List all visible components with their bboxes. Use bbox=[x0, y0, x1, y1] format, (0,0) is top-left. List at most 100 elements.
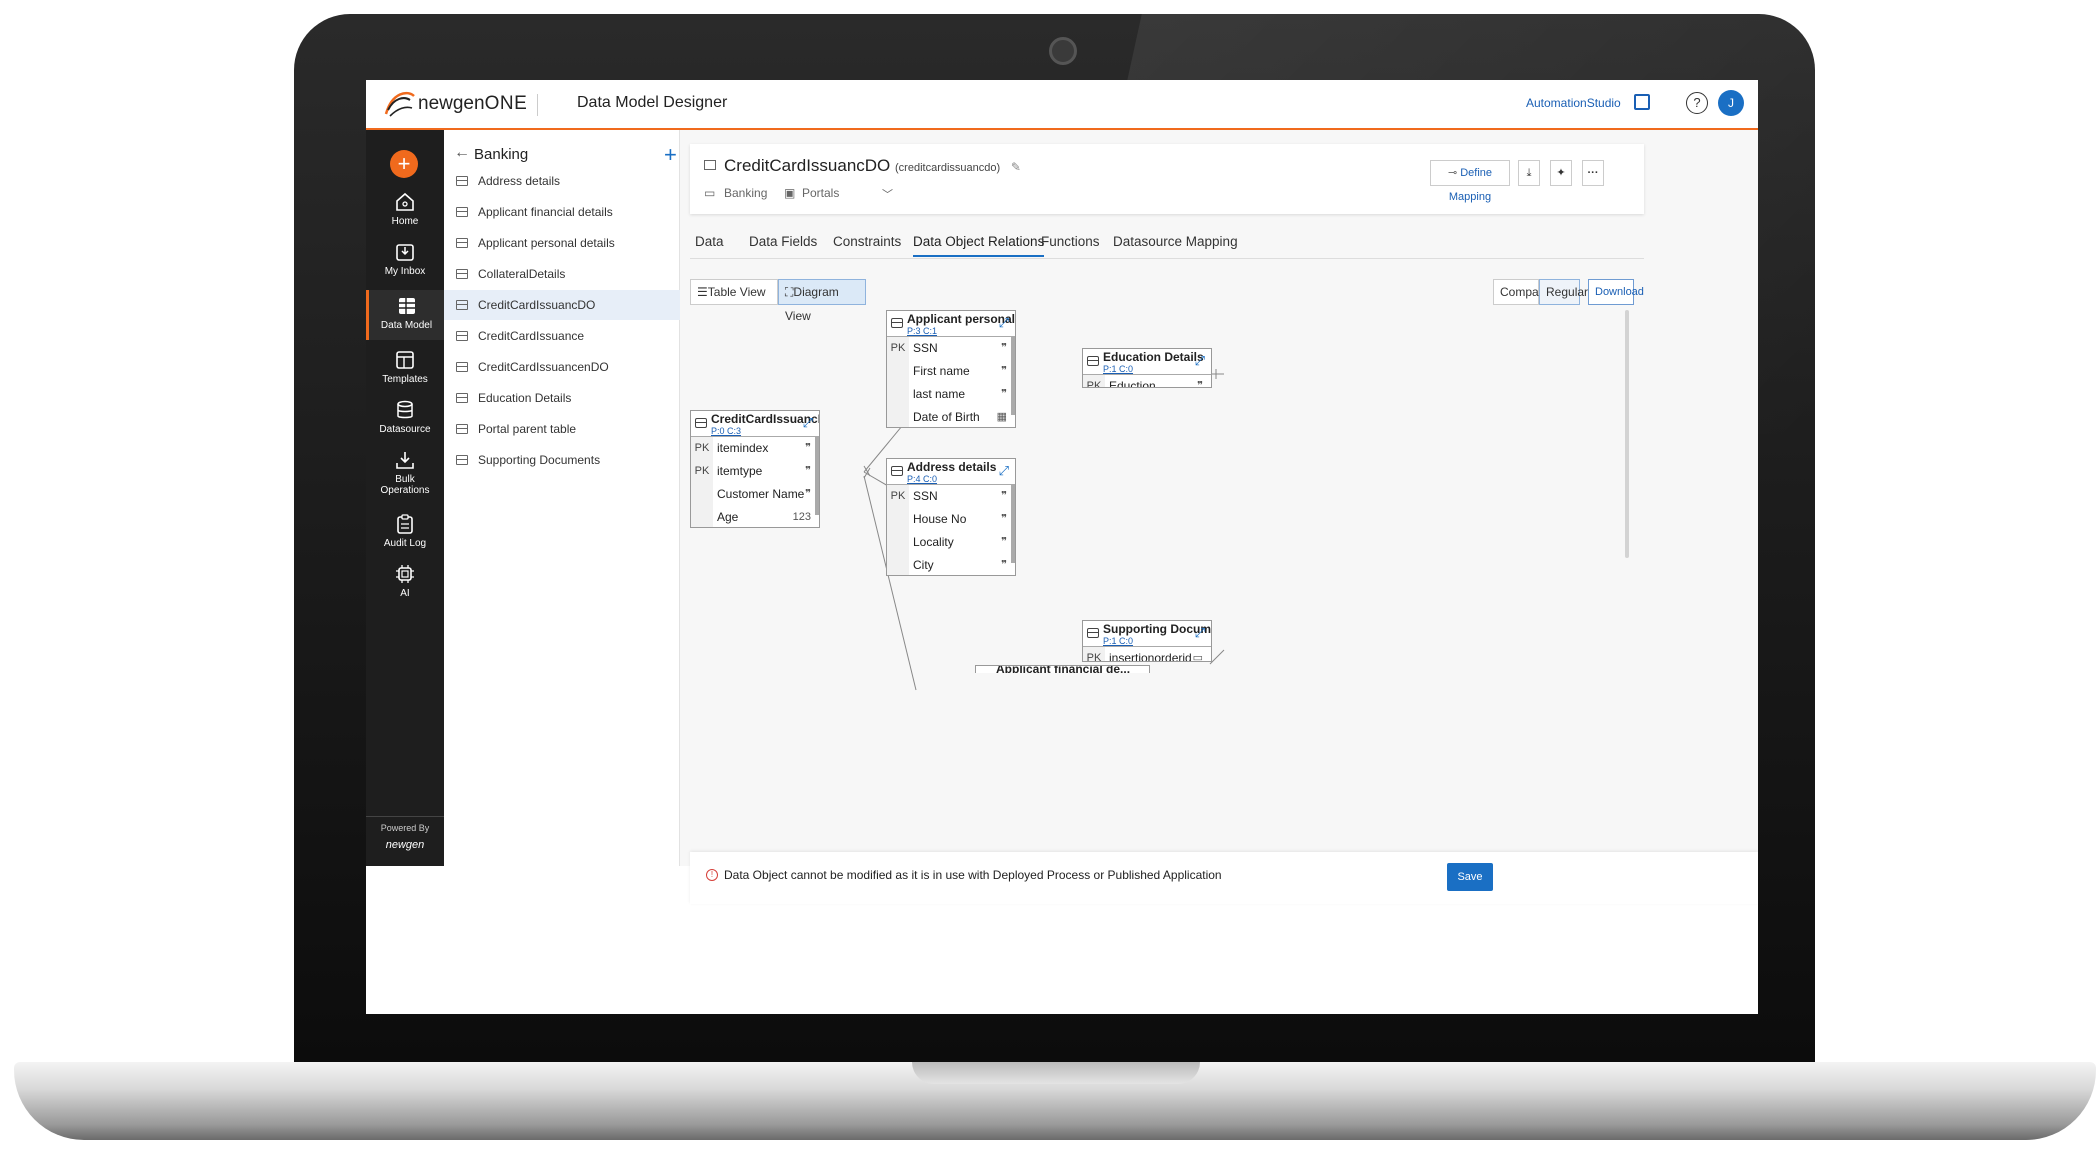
left-nav: + Home My Inbox Data Model Templates Dat… bbox=[366, 130, 444, 866]
expand-icon[interactable]: ⤢ bbox=[1195, 625, 1205, 641]
entity-field-row[interactable]: Date of Birth ▦ bbox=[887, 406, 1015, 427]
powered-by: Powered By newgen bbox=[366, 816, 444, 866]
entity-education[interactable]: Education Details P:1 C:0 ⤢ PK Eduction ❞ bbox=[1082, 348, 1212, 388]
list-item-label: CreditCardIssuancDO bbox=[478, 298, 596, 312]
field-type-icon: ❞ bbox=[1001, 365, 1007, 377]
expand-icon[interactable]: ⤢ bbox=[999, 315, 1009, 331]
nav-inbox[interactable]: My Inbox bbox=[366, 240, 444, 286]
field-type-icon: ❞ bbox=[1001, 388, 1007, 400]
field-type-icon: ❞ bbox=[1001, 536, 1007, 548]
field-type-icon: ❞ bbox=[1197, 380, 1203, 388]
entity-scrollbar[interactable] bbox=[1011, 485, 1015, 563]
nav-data-model-label: Data Model bbox=[380, 320, 433, 331]
warning-message: Data Object cannot be modified as it is … bbox=[724, 868, 1222, 882]
entity-header: Supporting DocumentsP:1 C:0⤢ bbox=[1083, 621, 1211, 647]
external-link-icon[interactable] bbox=[1634, 94, 1650, 110]
table-icon bbox=[456, 300, 468, 310]
object-list-panel: ← Banking + Address details Applicant fin… bbox=[444, 130, 680, 866]
list-item[interactable]: CreditCardIssuance bbox=[444, 321, 680, 351]
entity-field-row[interactable]: last name ❞ bbox=[887, 383, 1015, 406]
table-icon bbox=[891, 466, 903, 476]
field-name: Customer Name bbox=[717, 487, 805, 501]
entity-field-row[interactable]: First name ❞ bbox=[887, 360, 1015, 383]
entity-address[interactable]: Address details P:4 C:0 ⤢ PK SSN ❞ House No ❞ Lo… bbox=[886, 458, 1016, 576]
nav-audit-log[interactable]: Audit Log bbox=[366, 512, 444, 556]
field-name: First name bbox=[913, 364, 970, 378]
create-button[interactable]: + bbox=[390, 150, 418, 178]
entity-field-row[interactable]: City ❞ bbox=[887, 554, 1015, 575]
top-bar: newgenONE Data Model Designer Automation… bbox=[366, 80, 1758, 130]
entity-field-row[interactable]: PK SSN ❞ bbox=[887, 485, 1015, 508]
list-item[interactable]: CollateralDetails bbox=[444, 259, 680, 289]
entity-meta[interactable]: P:3 C:1 bbox=[907, 326, 937, 336]
status-footer: ! Data Object cannot be modified as it i… bbox=[690, 852, 1758, 904]
primary-key-marker bbox=[887, 406, 909, 427]
list-item[interactable]: Supporting Documents bbox=[444, 445, 680, 475]
entity-field-row[interactable]: PK Eduction ❞ bbox=[1083, 375, 1211, 388]
entity-field-row[interactable]: PK itemindex ❞ bbox=[691, 437, 819, 460]
inbox-icon bbox=[396, 244, 414, 261]
nav-datasource[interactable]: Datasource bbox=[366, 398, 444, 442]
avatar[interactable]: J bbox=[1718, 90, 1744, 116]
entity-field-row[interactable]: PK SSN ❞ bbox=[887, 337, 1015, 360]
entity-title: Applicant financial de... bbox=[996, 665, 1131, 673]
brand-divider bbox=[537, 94, 538, 116]
expand-icon[interactable]: ⤢ bbox=[1195, 353, 1205, 369]
entity-header: Applicant personal d...P:3 C:1⤢ bbox=[887, 311, 1015, 337]
entity-meta[interactable]: P:1 C:0 bbox=[1103, 636, 1133, 646]
entity-field-row[interactable]: PK insertionorderid ▭ bbox=[1083, 647, 1211, 661]
add-object-button[interactable]: + bbox=[664, 142, 677, 168]
entity-meta[interactable]: P:1 C:0 bbox=[1103, 364, 1133, 374]
expand-icon[interactable]: ⤢ bbox=[999, 463, 1009, 479]
canvas-scrollbar[interactable] bbox=[1625, 310, 1629, 558]
nav-bulk-operations[interactable]: Bulk Operations bbox=[366, 448, 444, 504]
entity-scrollbar[interactable] bbox=[1011, 337, 1015, 415]
entity-meta[interactable]: P:0 C:3 bbox=[711, 426, 741, 436]
entity-field-row[interactable]: House No ❞ bbox=[887, 508, 1015, 531]
laptop-notch bbox=[912, 1062, 1200, 1084]
app-title: Data Model Designer bbox=[577, 94, 728, 111]
list-item-label: Applicant financial details bbox=[478, 205, 613, 219]
field-name: Date of Birth bbox=[913, 410, 980, 424]
list-item[interactable]: Education Details bbox=[444, 383, 680, 413]
primary-key-marker: PK bbox=[1083, 647, 1105, 661]
camera-icon bbox=[1049, 37, 1077, 65]
nav-templates[interactable]: Templates bbox=[366, 348, 444, 392]
list-item[interactable]: Address details bbox=[444, 166, 680, 196]
entity-field-row[interactable]: Customer Name ❞ bbox=[691, 483, 819, 506]
expand-icon[interactable]: ⤢ bbox=[803, 415, 813, 431]
field-name: SSN bbox=[913, 341, 938, 355]
entity-meta[interactable]: P:4 C:0 bbox=[907, 474, 937, 484]
field-type-icon: ❞ bbox=[805, 465, 811, 477]
list-item[interactable]: Applicant financial details bbox=[444, 197, 680, 227]
field-type-icon: ❞ bbox=[1001, 513, 1007, 525]
entity-supporting[interactable]: Supporting DocumentsP:1 C:0⤢PKinsertiono… bbox=[1082, 620, 1212, 662]
list-item[interactable]: Applicant personal details bbox=[444, 228, 680, 258]
list-item[interactable]: CreditCardIssuancenDO bbox=[444, 352, 680, 382]
entity-field-row[interactable]: Age 123 bbox=[691, 506, 819, 527]
field-type-icon: ❞ bbox=[805, 488, 811, 500]
entity-main[interactable]: CreditCardIssuancDOP:0 C:3⤢PKitemindex❞P… bbox=[690, 410, 820, 528]
primary-key-marker: PK bbox=[887, 337, 909, 360]
nav-home[interactable]: Home bbox=[366, 192, 444, 236]
help-icon[interactable]: ? bbox=[1686, 92, 1708, 114]
save-button[interactable]: Save bbox=[1447, 863, 1493, 891]
nav-data-model[interactable]: Data Model bbox=[366, 290, 444, 340]
list-item-label: CreditCardIssuancenDO bbox=[478, 360, 609, 374]
table-icon bbox=[456, 207, 468, 217]
entity-scrollbar[interactable] bbox=[815, 437, 819, 515]
nav-ai[interactable]: AI bbox=[366, 562, 444, 606]
list-item[interactable]: Portal parent table bbox=[444, 414, 680, 444]
entity-field-row[interactable]: PK itemtype ❞ bbox=[691, 460, 819, 483]
app-screen: newgenONE Data Model Designer Automation… bbox=[366, 80, 1758, 1014]
back-arrow-icon[interactable]: ← bbox=[454, 144, 470, 162]
nav-audit-label: Audit Log bbox=[383, 538, 427, 549]
entity-applicant-financial[interactable]: Applicant financial de... bbox=[975, 665, 1150, 673]
newgen-logo-icon bbox=[384, 91, 415, 117]
entity-field-row[interactable]: Locality ❞ bbox=[887, 531, 1015, 554]
automation-studio-link[interactable]: AutomationStudio bbox=[1526, 96, 1621, 110]
list-item-label: Supporting Documents bbox=[478, 453, 601, 467]
list-item[interactable]: CreditCardIssuancDO bbox=[444, 290, 680, 320]
entity-personal[interactable]: Applicant personal d...P:3 C:1⤢PKSSN❞Fir… bbox=[886, 310, 1016, 428]
table-icon bbox=[456, 362, 468, 372]
